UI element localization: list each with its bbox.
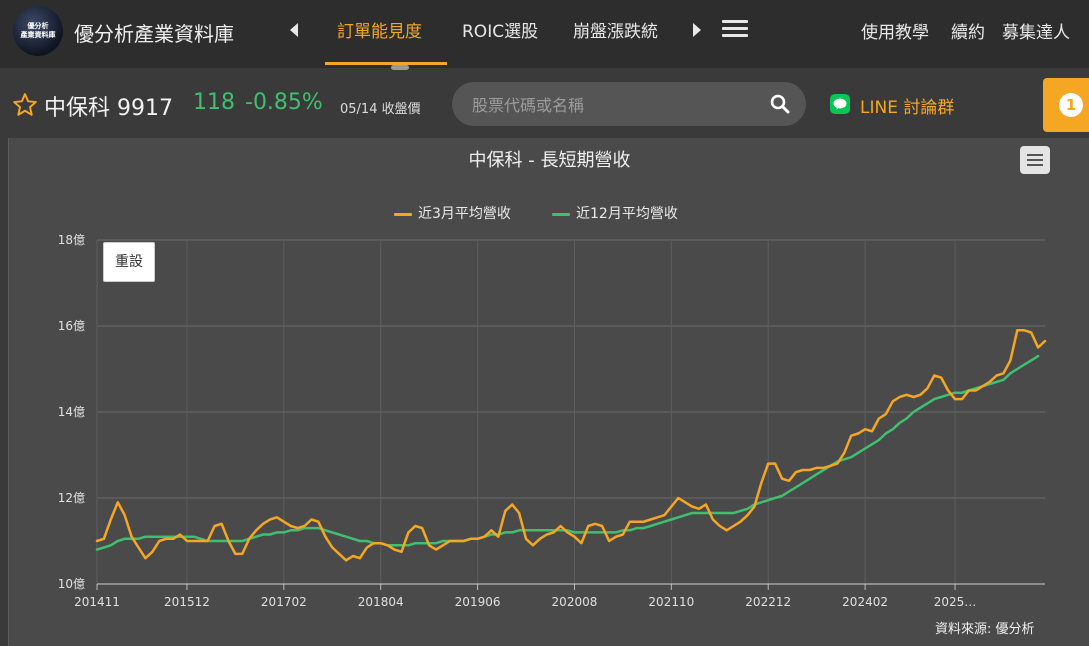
- x-tick-label: 201804: [358, 595, 404, 609]
- y-tick-label: 18億: [58, 233, 85, 247]
- hamburger-menu-icon[interactable]: [722, 20, 748, 40]
- tab-order-visibility[interactable]: 訂單能見度: [337, 17, 422, 42]
- tutorial-link[interactable]: 使用教學: [861, 18, 929, 43]
- logo-text-line1: 優分析: [27, 22, 49, 30]
- logo-text-line2: 產業資料庫: [20, 31, 56, 39]
- revenue-line-chart: 10億 12億 14億 16億 18億 201411 201512 201702 201804 2…: [58, 233, 1047, 609]
- line-group-link[interactable]: LINE 討論群: [860, 93, 954, 118]
- search-box: [452, 82, 806, 128]
- x-tick-label: 202402: [842, 595, 888, 609]
- y-tick-label: 10億: [58, 577, 85, 591]
- caret-left-icon[interactable]: [285, 18, 303, 42]
- line-app-icon[interactable]: [830, 94, 850, 114]
- drag-handle[interactable]: [391, 65, 409, 70]
- reset-zoom-button[interactable]: 重設: [103, 242, 155, 282]
- y-tick-label: 14億: [58, 405, 85, 419]
- y-tick-label: 12億: [58, 491, 85, 505]
- search-input[interactable]: [470, 82, 754, 128]
- search-icon[interactable]: [770, 94, 790, 114]
- price-date: 05/14 收盤價: [340, 102, 421, 117]
- x-tick-label: 202008: [552, 595, 598, 609]
- renew-link[interactable]: 續約: [951, 18, 985, 43]
- active-tab-indicator: [325, 62, 447, 65]
- tab-roic-screener[interactable]: ROIC選股: [462, 17, 538, 42]
- top-navbar: 優分析 產業資料庫 優分析產業資料庫 訂單能見度 ROIC選股 崩盤漲跌統 使用…: [0, 0, 1089, 68]
- x-tick-label: 201411: [74, 595, 120, 609]
- fundraising-link[interactable]: 募集達人: [1002, 18, 1070, 43]
- chart-panel: 中保科 - 長短期營收 近3月平均營收 近12月平均營收 10億 12億 14億 16…: [8, 138, 1089, 646]
- site-logo[interactable]: 優分析 產業資料庫: [13, 6, 63, 56]
- caret-right-icon[interactable]: [688, 18, 706, 42]
- x-tick-label: 202110: [648, 595, 694, 609]
- x-tick-label: 202212: [745, 595, 791, 609]
- notification-badge[interactable]: 1: [1059, 93, 1083, 117]
- tab-crash-stats[interactable]: 崩盤漲跌統: [573, 17, 658, 42]
- stock-price: 118: [193, 90, 235, 115]
- stock-change: -0.85%: [245, 90, 323, 115]
- star-icon[interactable]: [12, 92, 38, 118]
- series-line-12m-avg[interactable]: [95, 354, 1040, 551]
- data-source-label: 資料來源: 優分析: [935, 622, 1035, 637]
- y-tick-label: 16億: [58, 319, 85, 333]
- x-tick-label: 201906: [455, 595, 501, 609]
- x-tick-label: 2025…: [934, 595, 977, 609]
- x-tick-label: 201702: [261, 595, 307, 609]
- stock-name: 中保科 9917: [44, 96, 173, 121]
- series-line-3m-avg[interactable]: [95, 329, 1047, 562]
- site-title[interactable]: 優分析產業資料庫: [74, 18, 234, 47]
- x-tick-label: 201512: [164, 595, 210, 609]
